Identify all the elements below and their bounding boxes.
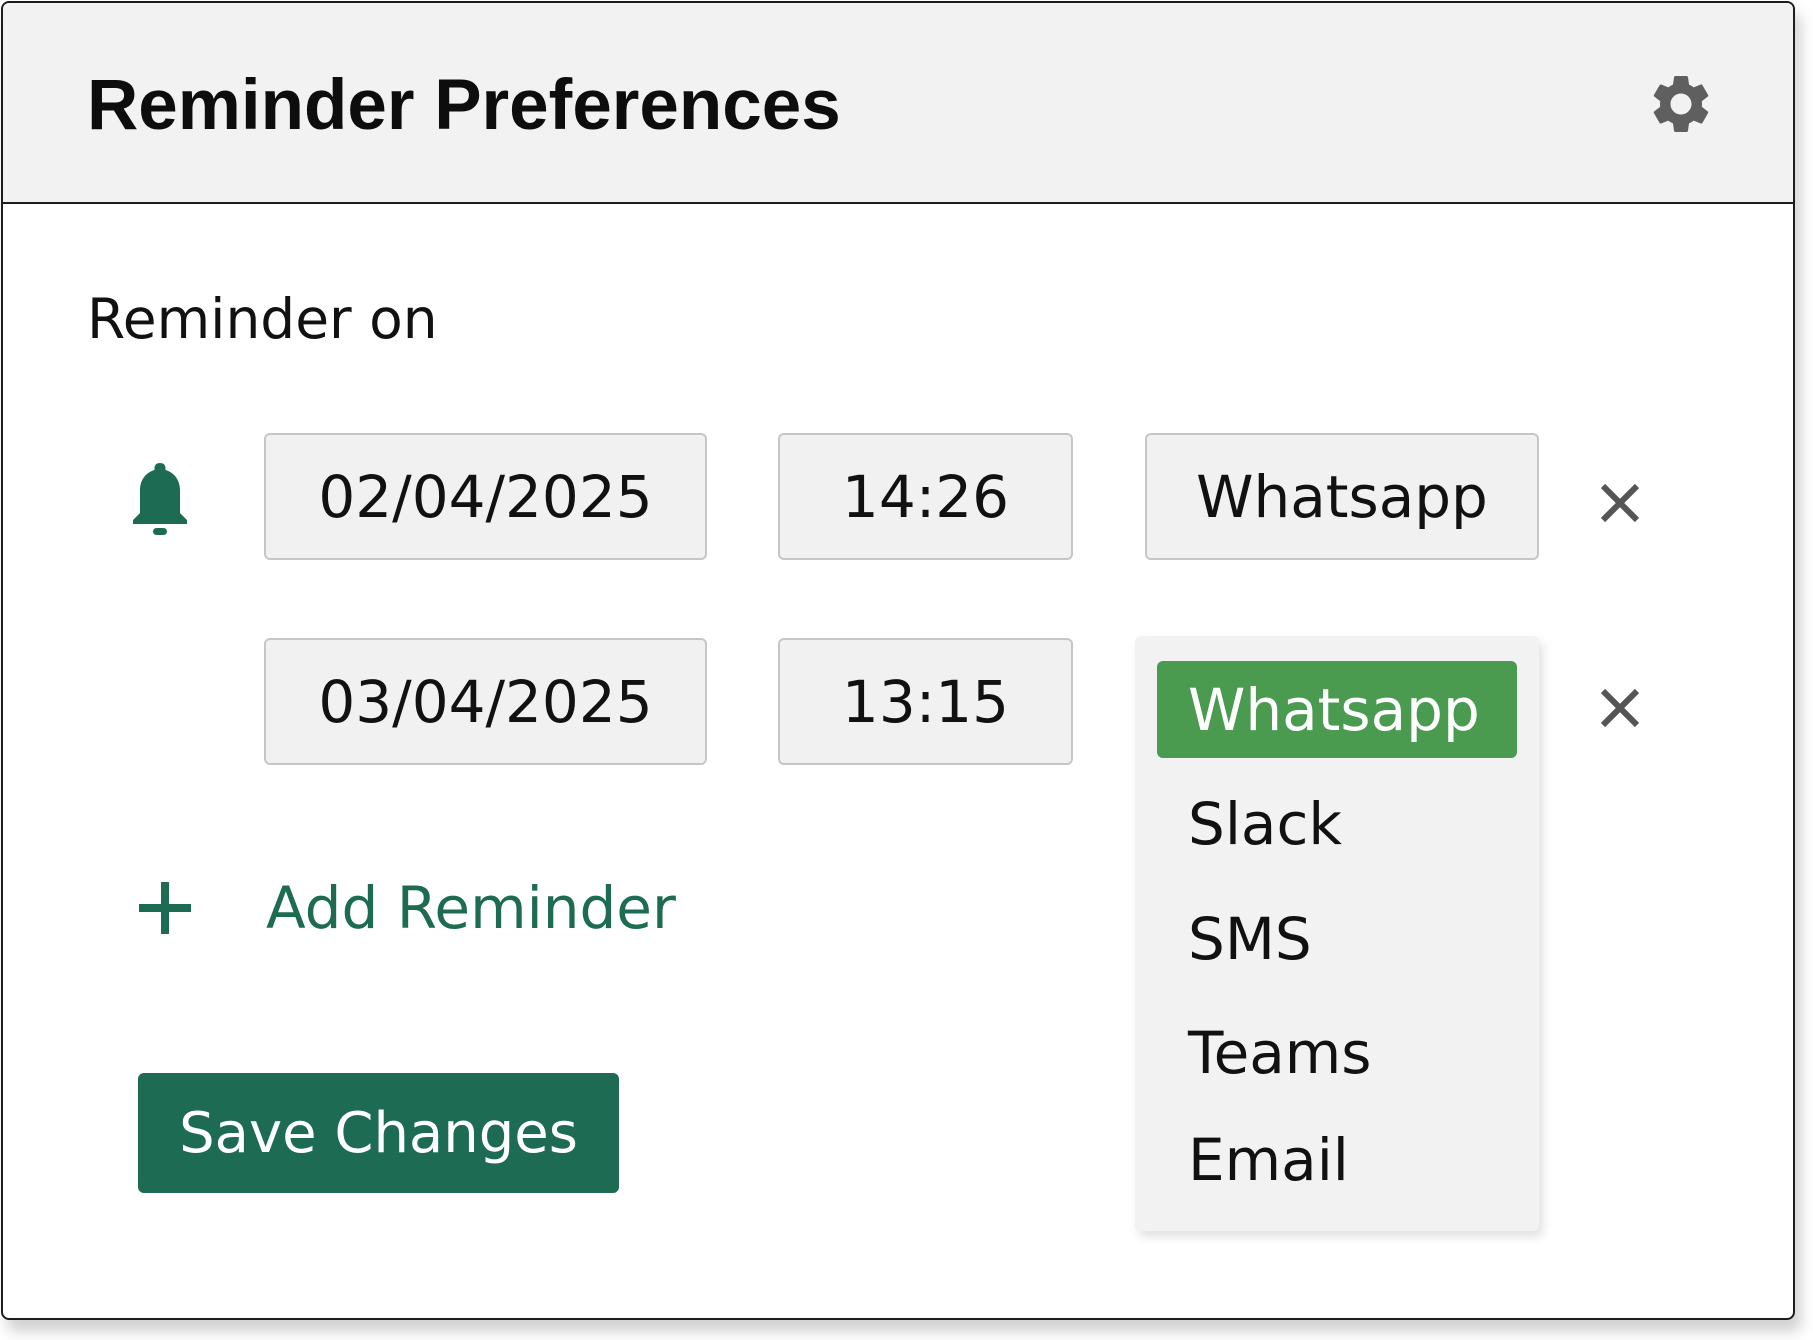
- reminder-1-channel-select[interactable]: Whatsapp: [1145, 433, 1539, 560]
- page-title: Reminder Preferences: [87, 66, 841, 145]
- reminder-2-time-field[interactable]: 13:15: [778, 638, 1073, 765]
- card-header: Reminder Preferences: [3, 3, 1793, 204]
- close-icon[interactable]: [1597, 480, 1643, 526]
- add-reminder-label: Add Reminder: [266, 874, 676, 942]
- channel-option-slack[interactable]: Slack: [1157, 775, 1517, 872]
- bell-icon: [133, 463, 187, 535]
- channel-option-email[interactable]: Email: [1157, 1111, 1517, 1208]
- channel-option-sms[interactable]: SMS: [1157, 890, 1517, 987]
- add-reminder-button[interactable]: Add Reminder: [135, 873, 676, 943]
- close-icon[interactable]: [1597, 685, 1643, 731]
- reminder-on-label: Reminder on: [87, 287, 438, 351]
- reminder-1-date-field[interactable]: 02/04/2025: [264, 433, 707, 560]
- channel-option-teams[interactable]: Teams: [1157, 1004, 1517, 1101]
- plus-icon: [139, 882, 191, 934]
- reminder-2-date-field[interactable]: 03/04/2025: [264, 638, 707, 765]
- gear-icon[interactable]: [1646, 69, 1716, 139]
- reminder-preferences-card: Reminder Preferences Reminder on 02/04/2…: [1, 1, 1795, 1320]
- channel-option-whatsapp[interactable]: Whatsapp: [1157, 661, 1517, 758]
- channel-dropdown-menu: Whatsapp Slack SMS Teams Email: [1135, 636, 1539, 1231]
- reminder-1-time-field[interactable]: 14:26: [778, 433, 1073, 560]
- save-changes-button[interactable]: Save Changes: [138, 1073, 619, 1193]
